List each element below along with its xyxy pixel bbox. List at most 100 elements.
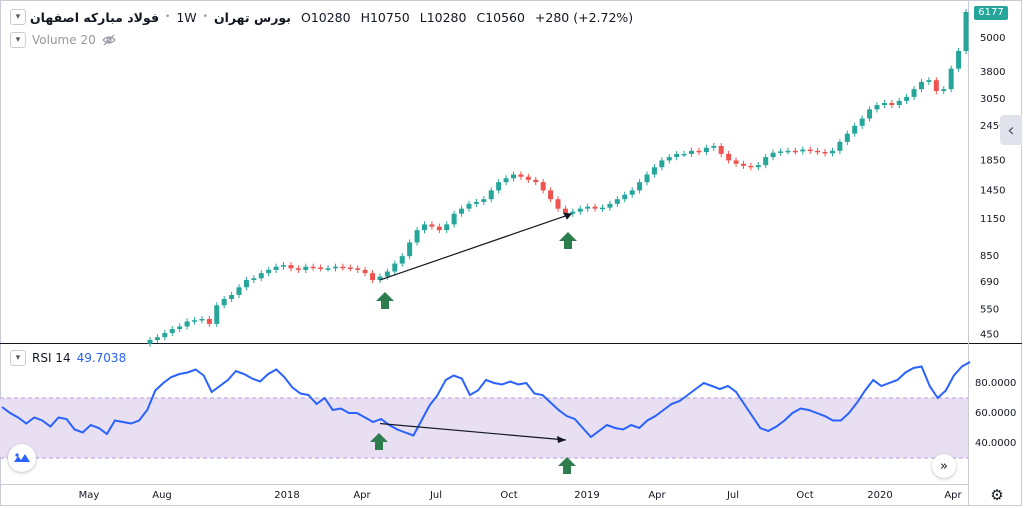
candle-body (644, 174, 650, 183)
candle-body (421, 224, 427, 231)
candle-body (355, 268, 361, 270)
candle-body (874, 105, 880, 110)
candle-body (303, 266, 309, 270)
candle-body (807, 149, 813, 152)
candle-body (718, 145, 724, 154)
candle-body (318, 267, 324, 269)
chart-canvas[interactable]: 4505506908501150145018502450305038005000… (0, 0, 1024, 508)
candle-body (510, 174, 516, 179)
candle-body (414, 230, 420, 243)
interval-label[interactable]: 1W (176, 10, 196, 25)
candle-body (651, 167, 657, 175)
chevron-down-icon[interactable]: ▾ (10, 9, 26, 25)
double-chevron-right-icon[interactable]: » (932, 454, 956, 478)
candle-body (169, 329, 175, 334)
price-tick-label: 1850 (980, 155, 1005, 166)
candle-body (340, 266, 346, 269)
gear-icon[interactable]: ⚙ (988, 486, 1006, 504)
candle-body (429, 224, 435, 227)
candle-body (370, 273, 376, 281)
candle-body (481, 199, 487, 202)
candle-body (503, 178, 509, 183)
candle-body (585, 206, 591, 209)
candle-body (867, 109, 873, 119)
separator-dot: • (165, 12, 171, 22)
candle-body (941, 89, 947, 92)
candle-body (681, 153, 687, 156)
candle-body (399, 256, 405, 264)
chevron-left-icon[interactable]: ‹ (1000, 115, 1022, 145)
candle-body (800, 149, 806, 152)
candle-body (295, 268, 301, 270)
candle-body (881, 102, 887, 106)
symbol-header: ▾ فولاد مبارکه اصفهان • 1W • بورس تهران … (10, 9, 639, 25)
candle-body (733, 160, 739, 164)
price-candles (147, 8, 969, 347)
low-key: L (419, 9, 427, 25)
candle-body (154, 337, 160, 340)
candle-body (837, 141, 843, 151)
candle-body (896, 100, 902, 106)
candle-body (726, 153, 732, 161)
candle-body (600, 207, 606, 210)
candle-body (518, 174, 524, 177)
candle-body (785, 150, 791, 153)
volume-label[interactable]: Volume 20 (32, 33, 96, 47)
price-tick-label: 1150 (980, 214, 1005, 225)
candle-body (466, 203, 472, 209)
tradingview-logo-icon[interactable] (8, 444, 36, 472)
time-tick-label: Aug (152, 490, 172, 501)
candle-body (956, 50, 962, 69)
candle-body (592, 206, 598, 209)
candle-body (229, 294, 235, 299)
candle-body (666, 157, 672, 161)
price-tick-label: 550 (980, 305, 999, 316)
candle-body (251, 278, 257, 281)
time-tick-label: 2018 (274, 490, 299, 501)
candle-body (614, 199, 620, 204)
candle-body (332, 266, 338, 269)
time-tick-label: 2019 (574, 490, 599, 501)
time-tick-label: Oct (500, 490, 517, 501)
price-tick-label: 850 (980, 251, 999, 262)
candle-body (792, 150, 798, 153)
candle-body (844, 133, 850, 142)
candle-body (525, 176, 531, 180)
open-key: O (300, 9, 311, 25)
candle-body (436, 226, 442, 231)
eye-off-icon[interactable] (101, 34, 116, 46)
candle-body (444, 224, 450, 231)
candle-body (770, 152, 776, 158)
candle-body (859, 118, 865, 126)
price-tick-label: 1450 (980, 185, 1005, 196)
candle-body (392, 263, 398, 272)
candle-body (347, 267, 353, 269)
candle-body (948, 68, 954, 90)
change-value: +280 (+2.72%) (534, 9, 634, 25)
time-tick-label: Apr (353, 490, 371, 501)
candle-body (659, 160, 665, 168)
candle-body (199, 318, 205, 321)
high-key: H (360, 9, 370, 25)
candle-body (696, 150, 702, 153)
symbol-name[interactable]: فولاد مبارکه اصفهان (30, 10, 159, 25)
candle-body (288, 265, 294, 269)
ohlc-values: O10280 H10750 L10280 C10560 +280 (+2.72%… (301, 10, 639, 25)
candle-body (214, 305, 220, 324)
candle-body (829, 150, 835, 154)
candle-body (748, 165, 754, 168)
candle-body (258, 273, 264, 279)
chevron-down-icon[interactable]: ▾ (10, 350, 26, 366)
rsi-marker-arrow-icon (558, 457, 576, 474)
candle-body (473, 201, 479, 204)
price-tick-label: 3800 (980, 67, 1005, 78)
last-price-tag: 6177 (974, 6, 1008, 20)
candle-body (577, 208, 583, 212)
chevron-down-icon[interactable]: ▾ (10, 32, 26, 48)
candle-body (763, 157, 769, 166)
rsi-label[interactable]: RSI 14 (32, 351, 71, 365)
candle-body (459, 208, 465, 214)
candle-body (711, 145, 717, 148)
exchange-label: بورس تهران (213, 9, 291, 25)
separator-dot: • (202, 12, 208, 22)
